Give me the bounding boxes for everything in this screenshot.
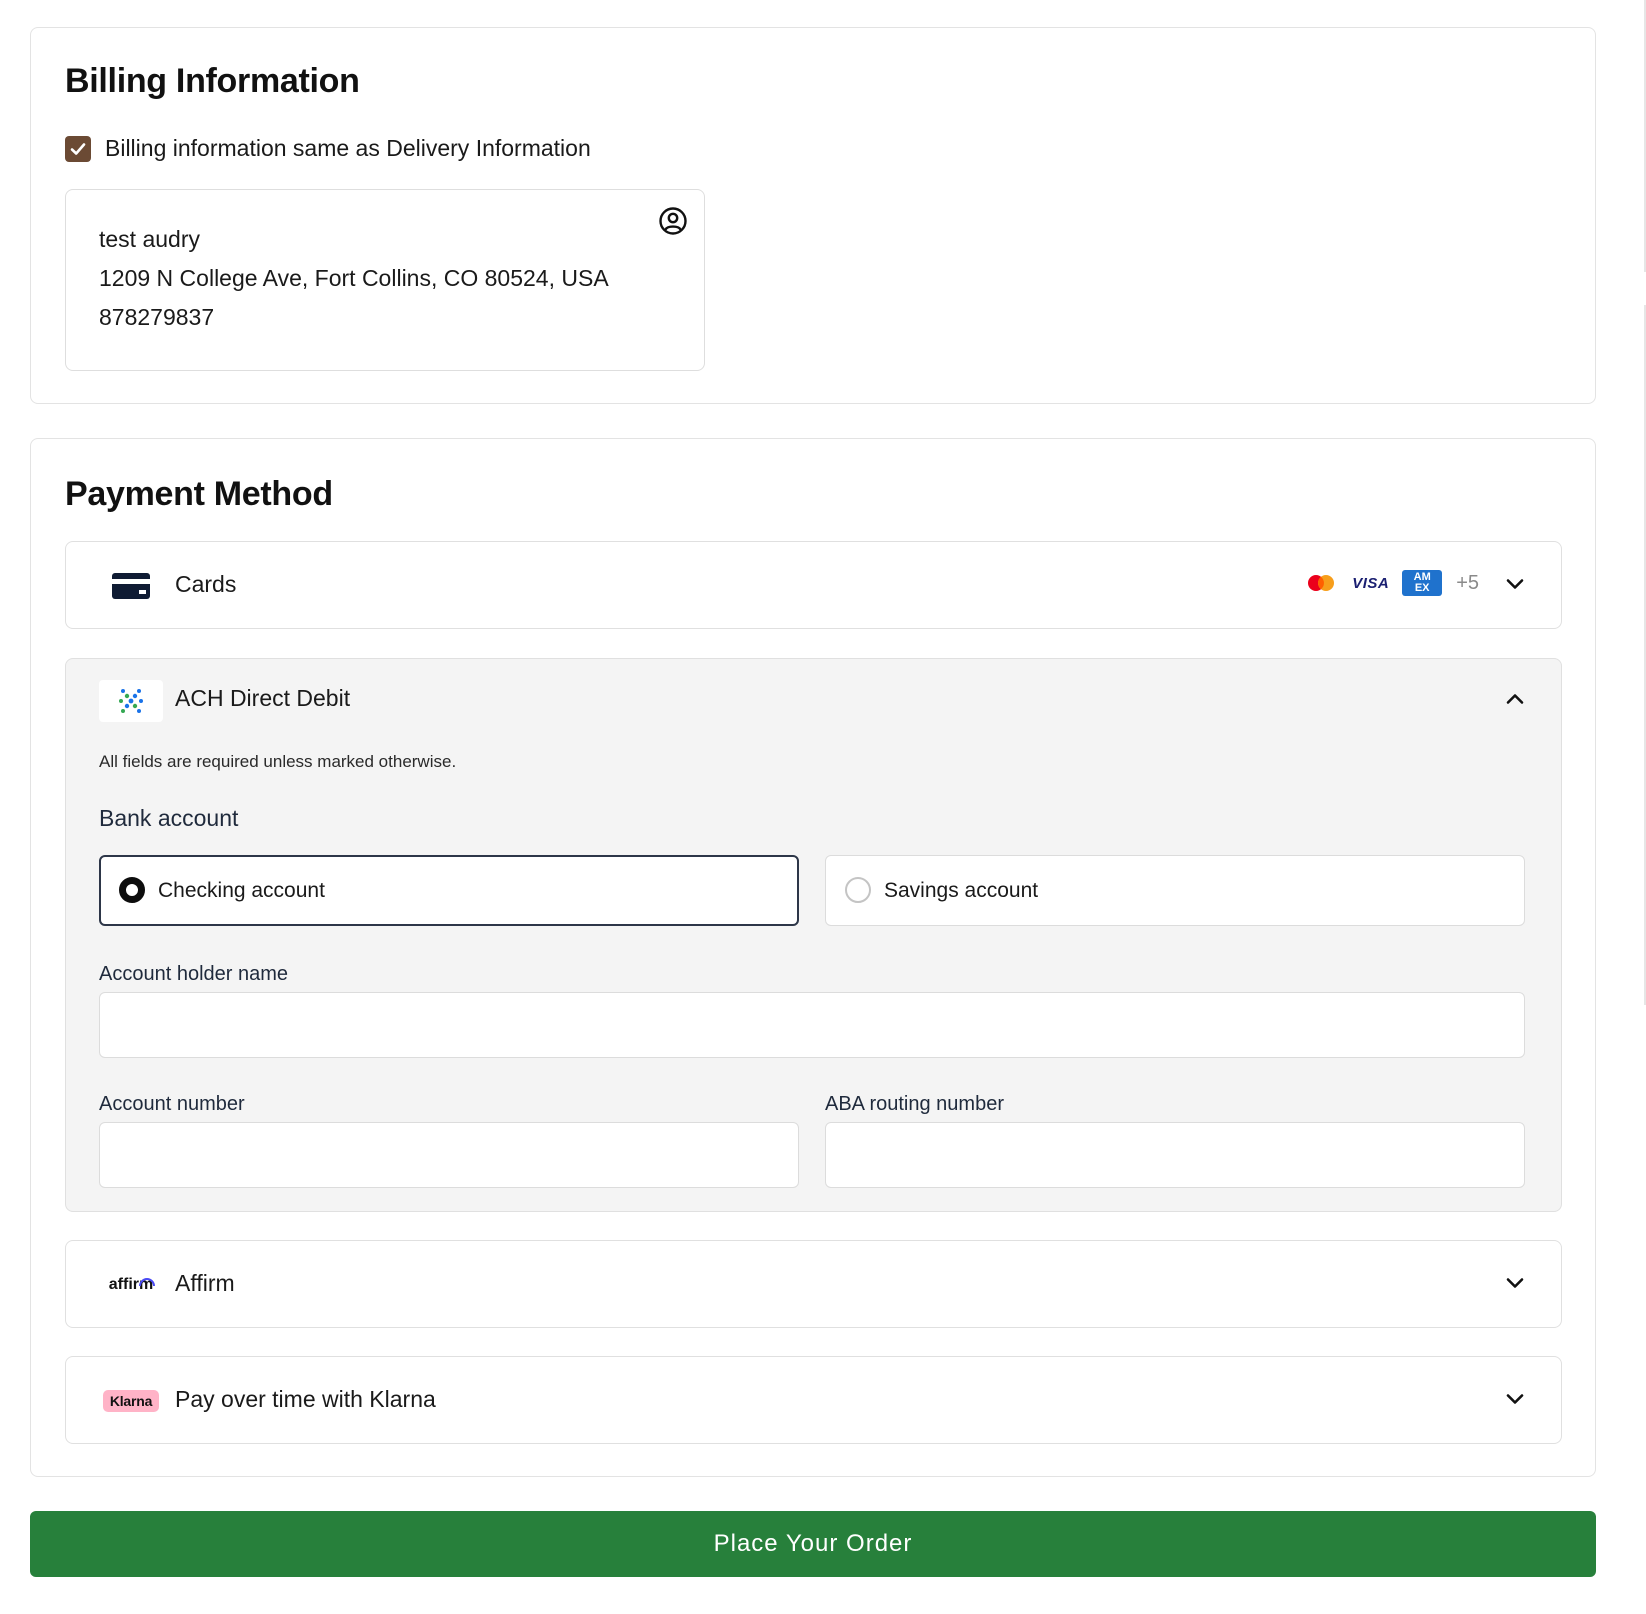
chevron-down-icon[interactable]: [1503, 1271, 1527, 1295]
address-phone: 878279837: [99, 304, 215, 330]
chevron-down-icon[interactable]: [1503, 1387, 1527, 1411]
payment-option-cards: Cards VISA AM EX +5: [65, 541, 1562, 629]
savings-account-option[interactable]: Savings account: [825, 855, 1525, 926]
address-name: test audry: [99, 226, 200, 252]
ach-header[interactable]: ACH Direct Debit: [66, 659, 1561, 743]
visa-icon: VISA: [1352, 574, 1390, 592]
ach-icon: [99, 680, 163, 722]
card-brand-list: VISA AM EX +5: [1304, 570, 1479, 596]
klarna-logo: Klarna: [99, 1380, 163, 1422]
payment-option-affirm: affirm Affirm: [65, 1240, 1562, 1328]
card-icon: [99, 565, 163, 607]
affirm-logo: affirm: [99, 1264, 163, 1306]
account-number-label: Account number: [99, 1093, 245, 1115]
routing-number-input[interactable]: [825, 1122, 1525, 1188]
address-street: 1209 N College Ave, Fort Collins, CO 805…: [99, 265, 609, 291]
payment-option-ach: ACH Direct Debit All fields are required…: [65, 658, 1562, 1212]
ach-label: ACH Direct Debit: [175, 685, 351, 711]
account-holder-name-input[interactable]: [99, 992, 1525, 1058]
klarna-header[interactable]: Klarna Pay over time with Klarna: [66, 1357, 1561, 1445]
same-as-delivery-row[interactable]: Billing information same as Delivery Inf…: [65, 135, 591, 162]
klarna-logo-text: Klarna: [102, 1390, 160, 1412]
user-circle-icon[interactable]: [658, 206, 688, 236]
required-fields-note: All fields are required unless marked ot…: [99, 752, 457, 771]
cards-header[interactable]: Cards VISA AM EX +5: [66, 542, 1561, 630]
checkmark-icon: [70, 142, 86, 155]
payment-section: Payment Method Cards VISA AM EX +5 ACH D…: [30, 438, 1596, 1477]
savings-radio[interactable]: [845, 877, 871, 903]
billing-section: Billing Information Billing information …: [30, 27, 1596, 404]
payment-title: Payment Method: [65, 475, 333, 513]
affirm-arc-icon: [139, 1278, 155, 1287]
affirm-header[interactable]: affirm Affirm: [66, 1241, 1561, 1329]
checking-account-option[interactable]: Checking account: [99, 855, 799, 926]
klarna-label: Pay over time with Klarna: [175, 1386, 436, 1412]
billing-title: Billing Information: [65, 62, 360, 100]
same-as-delivery-checkbox[interactable]: [65, 135, 91, 162]
chevron-up-icon[interactable]: [1503, 687, 1527, 711]
billing-address-card: test audry 1209 N College Ave, Fort Coll…: [65, 189, 705, 371]
mastercard-icon: [1308, 575, 1335, 591]
checking-account-label: Checking account: [158, 879, 325, 902]
amex-text-bottom: EX: [1414, 582, 1430, 594]
account-number-input[interactable]: [99, 1122, 799, 1188]
payment-option-klarna: Klarna Pay over time with Klarna: [65, 1356, 1562, 1444]
savings-account-label: Savings account: [884, 879, 1039, 902]
checking-radio[interactable]: [119, 877, 145, 903]
more-brands-count: +5: [1456, 571, 1479, 594]
account-holder-name-label: Account holder name: [99, 963, 289, 985]
routing-number-label: ABA routing number: [825, 1093, 1004, 1115]
chevron-down-icon[interactable]: [1503, 572, 1527, 596]
same-as-delivery-label: Billing information same as Delivery Inf…: [105, 135, 591, 161]
place-order-button[interactable]: Place Your Order: [30, 1511, 1596, 1577]
amex-icon: AM EX: [1402, 570, 1443, 596]
cards-label: Cards: [175, 571, 237, 597]
checkout-page: Billing Information Billing information …: [0, 0, 1646, 1614]
affirm-label: Affirm: [175, 1270, 235, 1296]
bank-account-title: Bank account: [99, 805, 239, 831]
